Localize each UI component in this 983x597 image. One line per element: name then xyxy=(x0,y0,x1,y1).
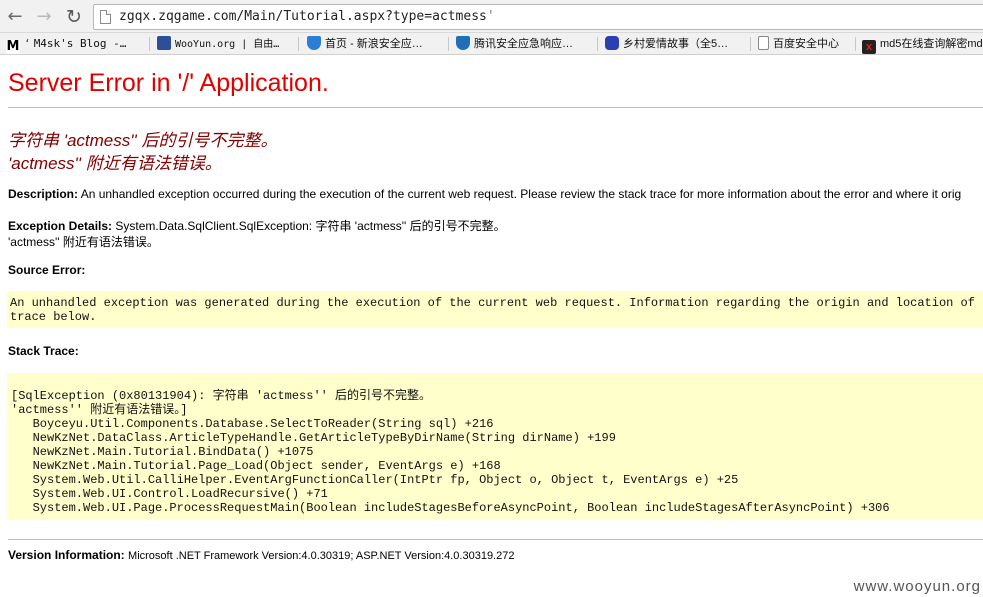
description-text: An unhandled exception occurred during t… xyxy=(80,187,962,201)
stack-line: System.Web.Util.CalliHelper.EventArgFunc… xyxy=(11,473,739,487)
exception-details-block: Exception Details: System.Data.SqlClient… xyxy=(8,217,506,234)
stack-line: [SqlException (0x80131904): 字符串 'actmess… xyxy=(11,389,432,403)
x-icon: x xyxy=(862,40,876,54)
stack-line: System.Web.UI.Control.LoadRecursive() +7… xyxy=(11,487,328,501)
m-logo-icon: M xyxy=(6,39,20,54)
paw-icon xyxy=(605,36,619,50)
source-error-box: An unhandled exception was generated dur… xyxy=(7,291,983,328)
stack-line: 'actmess'' 附近有语法错误。] xyxy=(11,403,188,417)
stack-line: System.Web.UI.Page.ProcessRequestMain(Bo… xyxy=(11,501,890,515)
forward-arrow-icon[interactable]: → xyxy=(33,6,55,28)
bookmark-tv-series[interactable]: 乡村爱情故事（全5… xyxy=(605,36,728,52)
source-error-line2: trace below. xyxy=(10,310,97,324)
stack-trace-box: [SqlException (0x80131904): 字符串 'actmess… xyxy=(7,373,983,520)
url-text[interactable]: zgqx.zqgame.com/Main/Tutorial.aspx?type=… xyxy=(119,9,495,24)
bookmark-separator xyxy=(149,37,150,51)
bookmark-baidu-security[interactable]: 百度安全中心 xyxy=(758,36,839,52)
stack-line: NewKzNet.DataClass.ArticleTypeHandle.Get… xyxy=(11,431,616,445)
stack-line: Boyceyu.Util.Components.Database.SelectT… xyxy=(11,417,494,431)
bookmark-wooyun[interactable]: WooYun.org | 自由… xyxy=(157,36,279,52)
address-bar[interactable]: zgqx.zqgame.com/Main/Tutorial.aspx?type=… xyxy=(93,4,983,30)
stack-line: NewKzNet.Main.Tutorial.BindData() +1075 xyxy=(11,445,314,459)
bookmark-separator xyxy=(750,37,751,51)
bookmark-tencent-security[interactable]: 腾讯安全应急响应… xyxy=(456,36,573,52)
wooyun-icon xyxy=(157,36,171,50)
source-error-label: Source Error: xyxy=(8,263,86,277)
description-block: Description: An unhandled exception occu… xyxy=(8,187,961,201)
page-content: Server Error in '/' Application. 字符串 'ac… xyxy=(0,55,983,597)
page-icon xyxy=(758,36,769,50)
browser-toolbar: ← → ↻ zgqx.zqgame.com/Main/Tutorial.aspx… xyxy=(0,0,983,33)
bookmark-separator xyxy=(597,37,598,51)
exception-text: System.Data.SqlClient.SqlException: 字符串 … xyxy=(115,219,506,233)
bookmark-sina-security[interactable]: 首页 - 新浪安全应… xyxy=(307,36,423,52)
stack-trace-lines: [SqlException (0x80131904): 字符串 'actmess… xyxy=(11,389,890,515)
bookmark-separator xyxy=(855,37,856,51)
version-info-block: Version Information: Microsoft .NET Fram… xyxy=(8,548,514,562)
stack-trace-label: Stack Trace: xyxy=(8,344,79,358)
version-label: Version Information: xyxy=(8,548,125,562)
error-message-line2: 'actmess'' 附近有语法错误。 xyxy=(8,154,222,173)
watermark: www.wooyun.org xyxy=(853,578,981,595)
back-arrow-icon[interactable]: ← xyxy=(4,6,26,28)
bookmarks-bar: Mʻ M4sk's Blog -… WooYun.org | 自由… 首页 - … xyxy=(0,33,983,55)
bookmark-separator xyxy=(298,37,299,51)
stack-line: NewKzNet.Main.Tutorial.Page_Load(Object … xyxy=(11,459,501,473)
shield-icon xyxy=(307,36,321,50)
description-label: Description: xyxy=(8,187,79,201)
divider xyxy=(8,539,983,540)
exception-text-line2: 'actmess'' 附近有语法错误。 xyxy=(8,235,159,249)
source-error-line1: An unhandled exception was generated dur… xyxy=(10,296,983,310)
page-title: Server Error in '/' Application. xyxy=(8,69,329,97)
divider xyxy=(8,107,983,108)
version-text: Microsoft .NET Framework Version:4.0.303… xyxy=(128,550,515,562)
bookmark-m4sk[interactable]: Mʻ M4sk's Blog -… xyxy=(6,36,126,54)
shield-icon xyxy=(456,36,470,50)
reload-icon[interactable]: ↻ xyxy=(63,6,85,28)
bookmark-md5[interactable]: x md5在线查询解密md… xyxy=(862,36,983,54)
exception-label: Exception Details: xyxy=(8,219,113,233)
page-icon xyxy=(100,10,111,24)
bookmark-separator xyxy=(448,37,449,51)
error-message-line1: 字符串 'actmess'' 后的引号不完整。 xyxy=(8,131,278,150)
